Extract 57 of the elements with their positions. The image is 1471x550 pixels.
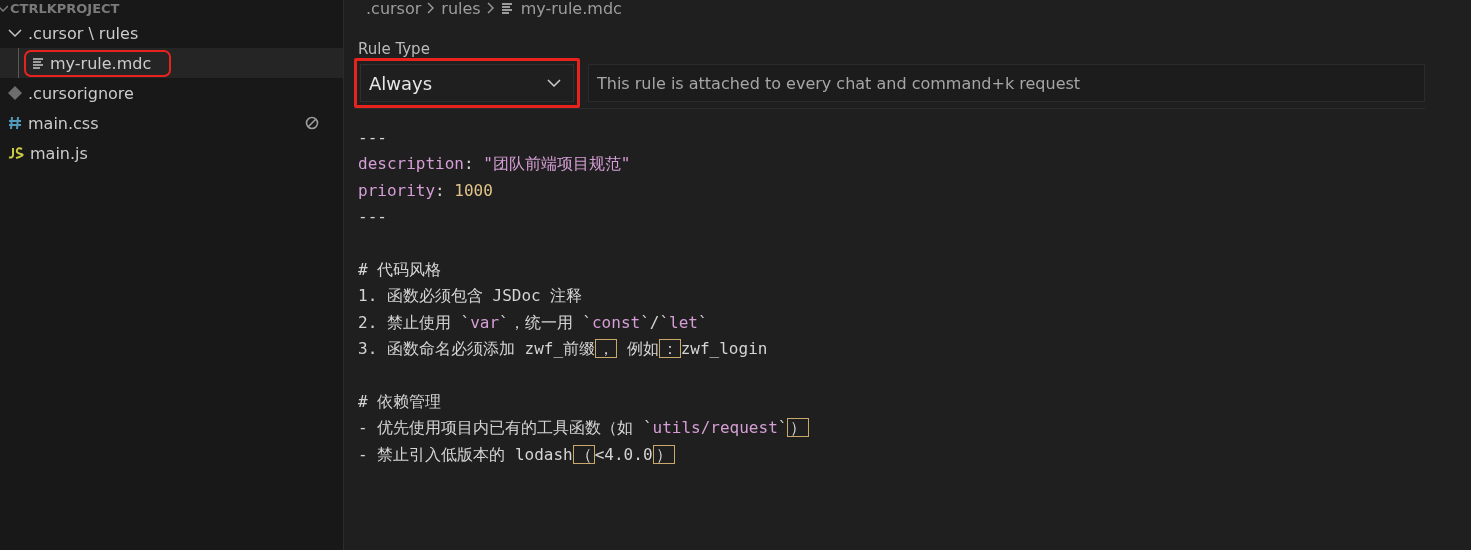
file-tree-item[interactable]: main.css	[0, 108, 343, 138]
chevron-right-icon	[486, 2, 495, 14]
code-text: priority	[358, 180, 436, 200]
code-text: - 优先使用项目内已有的工具函数（如 `	[358, 418, 653, 438]
code-text: description	[358, 154, 464, 174]
js-icon	[8, 147, 24, 159]
file-tree-item[interactable]: .cursor \ rules	[0, 18, 343, 48]
project-title: CTRLKPROJECT	[10, 0, 120, 16]
lines-icon	[500, 2, 513, 14]
file-tree-item[interactable]: my-rule.mdc	[0, 48, 343, 78]
chevron-right-icon	[427, 2, 436, 14]
code-text: # 依赖管理	[358, 391, 442, 411]
code-text: 1. 函数必须包含 JSDoc 注释	[358, 286, 583, 306]
code-text: var	[470, 312, 500, 332]
diamond-icon	[8, 86, 22, 100]
lines-icon	[32, 57, 44, 69]
code-text: const	[592, 312, 641, 332]
file-name: .cursorignore	[8, 83, 134, 103]
hash-icon	[8, 116, 22, 130]
code-text: :	[463, 154, 475, 174]
file-tree-item[interactable]: main.js	[0, 138, 343, 168]
code-text: utils/request	[652, 418, 778, 438]
code-text: # 代码风格	[358, 259, 442, 279]
file-tree-item[interactable]: .cursorignore	[0, 78, 343, 108]
code-text: :	[435, 180, 446, 200]
code-text: ---	[358, 207, 387, 227]
code-text: `，统一用 `	[499, 312, 592, 332]
rule-description: This rule is attached to every chat and command+k request	[588, 64, 1425, 102]
rule-type-label: Rule Type	[358, 40, 431, 58]
code-text: "团队前端项目规范"	[483, 154, 631, 174]
breadcrumb-item[interactable]: my-rule.mdc	[500, 0, 622, 18]
file-name: main.css	[8, 113, 99, 133]
file-name: main.js	[8, 143, 88, 163]
code-text: `	[697, 312, 708, 332]
code-text: - 禁止引入低版本的 lodash	[358, 444, 573, 464]
highlighted-character: ）	[787, 418, 810, 438]
code-text: 3. 函数命名必须添加 zwf_前缀	[358, 339, 596, 359]
chevron-down-icon	[547, 79, 561, 87]
highlighted-character: ：	[658, 339, 681, 359]
code-text: 1000	[454, 180, 493, 200]
code-text: `/`	[640, 312, 670, 332]
rule-type-dropdown[interactable]: Always	[360, 64, 574, 102]
breadcrumb-item[interactable]: rules	[441, 0, 481, 18]
highlighted-character: ）	[652, 444, 675, 464]
code-text: ---	[358, 128, 387, 147]
highlighted-character: ，	[595, 339, 618, 359]
breadcrumb-item[interactable]: .cursor	[366, 0, 422, 18]
code-text: 0	[642, 444, 653, 464]
code-text: 例如	[625, 339, 659, 359]
code-text: 2. 禁止使用 `	[358, 312, 471, 332]
file-name: my-rule.mdc	[28, 53, 168, 73]
file-name: .cursor \ rules	[8, 23, 139, 43]
code-text: `	[777, 418, 788, 438]
code-text: let	[669, 312, 698, 332]
code-text: <4.0.	[594, 444, 643, 464]
code-text: zwf_login	[680, 339, 768, 359]
highlighted-character: （	[572, 444, 595, 464]
